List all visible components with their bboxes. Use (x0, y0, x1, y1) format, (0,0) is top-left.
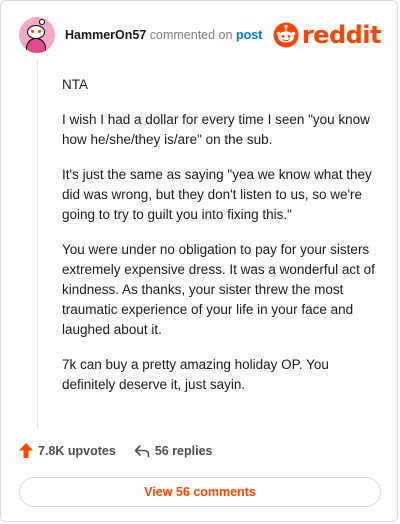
reply-arrow-icon (134, 444, 150, 457)
reply-count: 56 replies (154, 443, 213, 458)
comment-paragraph: NTA (62, 77, 88, 92)
comment-card: HammerOn57 commented on post reddit NTA … (0, 0, 398, 522)
username-link[interactable]: HammerOn57 (65, 28, 146, 42)
upvote-arrow-icon (19, 443, 33, 458)
avatar-eye-right (38, 30, 41, 33)
upvote-count: 7.8K upvotes (38, 443, 116, 458)
view-comments-button[interactable]: View 56 comments (19, 477, 381, 507)
reddit-wordmark: reddit (301, 21, 382, 49)
comment-paragraph: It's just the same as saying "yea we kno… (62, 167, 372, 222)
avatar-eye-left (31, 30, 34, 33)
comment-actions: 7.8K upvotes 56 replies (19, 443, 231, 458)
reddit-snoo-icon (273, 22, 299, 48)
comment-paragraph: You were under no obligation to pay for … (62, 242, 375, 337)
reddit-logo[interactable]: reddit (273, 21, 382, 49)
comment-body: NTA I wish I had a dollar for every time… (62, 75, 379, 410)
comment-paragraph: 7k can buy a pretty amazing holiday OP. … (62, 357, 329, 392)
thread-line (37, 59, 38, 429)
avatar-body (26, 38, 46, 53)
comment-header: HammerOn57 commented on post reddit (19, 15, 382, 55)
avatar-head (27, 25, 45, 39)
upvote-button[interactable]: 7.8K upvotes (19, 443, 116, 458)
replies-button[interactable]: 56 replies (134, 444, 213, 458)
comment-paragraph: I wish I had a dollar for every time I s… (62, 112, 370, 147)
action-text: commented on (149, 28, 233, 42)
snoo-avatar-icon[interactable] (19, 17, 55, 53)
post-link[interactable]: post (236, 28, 262, 42)
avatar-antenna (39, 19, 45, 25)
comment-meta: HammerOn57 commented on post (65, 28, 273, 42)
